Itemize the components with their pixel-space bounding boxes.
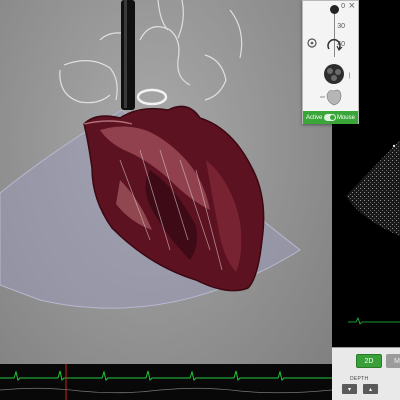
aortic-valve-ring bbox=[136, 88, 168, 106]
heart-side-icon[interactable] bbox=[320, 89, 342, 106]
circle-icon[interactable] bbox=[307, 38, 317, 48]
depth-increase-button[interactable]: ▴ bbox=[363, 384, 378, 394]
mode-m-button[interactable]: M bbox=[386, 354, 400, 368]
vessel-wireframe bbox=[59, 0, 243, 104]
ecg-strip bbox=[0, 364, 333, 400]
mouse-toggle-switch[interactable] bbox=[323, 114, 336, 121]
heart-3d-viewport[interactable] bbox=[0, 0, 332, 400]
ecg-waveform bbox=[0, 364, 333, 400]
heart-top-icon[interactable]: | bbox=[324, 64, 351, 84]
mouse-label: Mouse bbox=[336, 114, 355, 121]
active-label: Active bbox=[306, 114, 323, 121]
depth-decrease-button[interactable]: ▾ bbox=[342, 384, 357, 394]
ultrasound-sector bbox=[346, 140, 400, 236]
depth-label: DEPTH bbox=[350, 376, 369, 382]
input-mode-toggle-row[interactable]: Active Mouse bbox=[303, 111, 358, 124]
rotate-icon[interactable] bbox=[327, 39, 343, 52]
heart-scene bbox=[0, 0, 301, 309]
svg-text:|: | bbox=[349, 73, 351, 79]
view-control-popup: × 0 30 40 | Active Mouse bbox=[302, 0, 359, 124]
imaging-controls-panel: 2D M DEPTH ▾ ▴ bbox=[332, 347, 400, 400]
mode-2d-button[interactable]: 2D bbox=[356, 354, 382, 368]
control-icons: | bbox=[307, 38, 351, 106]
tee-probe-shaft bbox=[121, 0, 135, 110]
